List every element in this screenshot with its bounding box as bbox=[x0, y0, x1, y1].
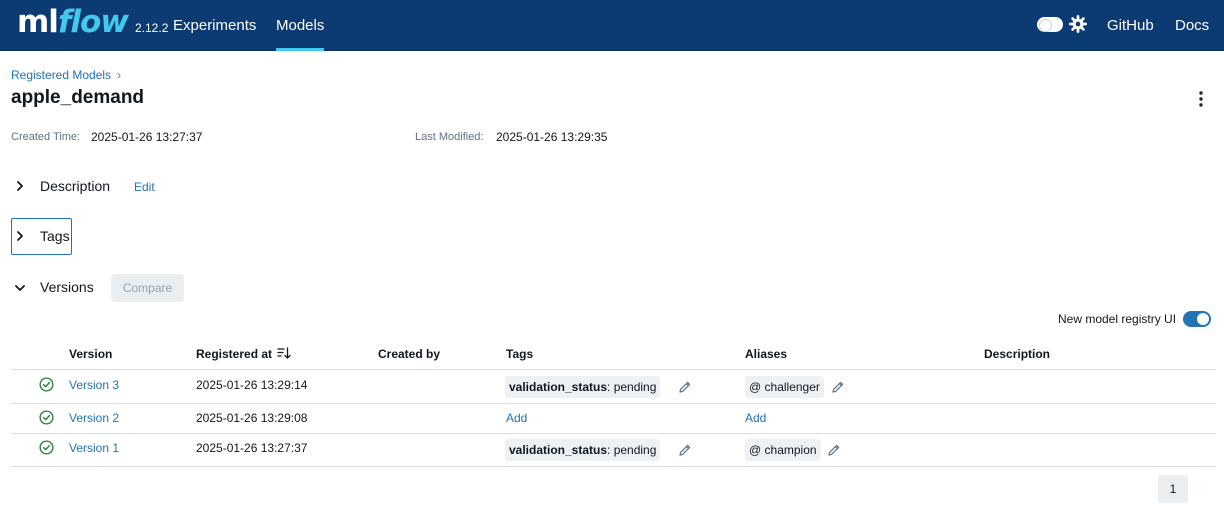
alias-chip: @ champion bbox=[745, 439, 821, 461]
nav-github[interactable]: GitHub bbox=[1107, 0, 1154, 51]
tag-value: : pending bbox=[607, 443, 657, 457]
compare-button[interactable]: Compare bbox=[111, 274, 184, 302]
versions-section-title[interactable]: Versions bbox=[40, 279, 94, 295]
registered-at-value: 2025-01-26 13:27:37 bbox=[196, 441, 308, 455]
dark-mode-toggle[interactable] bbox=[1037, 17, 1063, 32]
edit-aliases-pencil-icon[interactable] bbox=[827, 443, 841, 457]
logo-flow-text: flow bbox=[57, 4, 129, 40]
more-options-icon[interactable] bbox=[1193, 89, 1209, 109]
tag-value: : pending bbox=[607, 380, 657, 394]
edit-description-link[interactable]: Edit bbox=[134, 180, 155, 194]
tags-section-title[interactable]: Tags bbox=[40, 228, 70, 244]
column-header-registered-at[interactable]: Registered at bbox=[196, 347, 272, 361]
add-alias-link[interactable]: Add bbox=[745, 411, 766, 425]
tag-key: validation_status bbox=[509, 380, 608, 394]
chevron-down-icon[interactable] bbox=[13, 281, 27, 295]
created-time-label: Created Time: bbox=[11, 131, 81, 143]
last-modified-label: Last Modified: bbox=[415, 131, 484, 143]
column-header-description: Description bbox=[984, 347, 1051, 361]
tag-chip: validation_status: pending bbox=[505, 439, 661, 461]
version-link[interactable]: Version 3 bbox=[69, 378, 119, 392]
breadcrumb-registered-models[interactable]: Registered Models bbox=[11, 68, 111, 82]
status-ready-check-icon bbox=[39, 377, 54, 392]
add-tag-link[interactable]: Add bbox=[506, 411, 527, 425]
pagination-page-1[interactable]: 1 bbox=[1158, 475, 1188, 503]
column-header-tags: Tags bbox=[506, 347, 534, 361]
gear-icon[interactable] bbox=[1069, 15, 1087, 33]
version-link[interactable]: Version 1 bbox=[69, 441, 119, 455]
logo-ml-text: ml bbox=[17, 4, 59, 40]
chevron-right-icon[interactable] bbox=[13, 229, 27, 243]
chevron-right-icon[interactable] bbox=[13, 179, 27, 193]
edit-tags-pencil-icon[interactable] bbox=[678, 443, 692, 457]
nav-experiments[interactable]: Experiments bbox=[173, 0, 256, 51]
new-registry-ui-label: New model registry UI bbox=[1058, 312, 1177, 326]
registered-at-value: 2025-01-26 13:29:14 bbox=[196, 378, 308, 392]
version-link[interactable]: Version 2 bbox=[69, 411, 119, 425]
registered-at-value: 2025-01-26 13:29:08 bbox=[196, 411, 308, 425]
column-header-version: Version bbox=[69, 347, 113, 361]
nav-models[interactable]: Models bbox=[276, 0, 325, 51]
description-section-title[interactable]: Description bbox=[40, 178, 110, 194]
alias-chip: @ challenger bbox=[745, 376, 824, 398]
nav-docs[interactable]: Docs bbox=[1175, 0, 1209, 51]
last-modified-value: 2025-01-26 13:29:35 bbox=[496, 130, 608, 144]
tag-chip: validation_status: pending bbox=[505, 376, 661, 398]
version-number: 2.12.2 bbox=[135, 21, 169, 35]
status-ready-check-icon bbox=[39, 440, 54, 455]
new-registry-ui-switch[interactable] bbox=[1183, 311, 1211, 327]
top-navigation-bar: ml flow 2.12.2 Experiments Models GitHub … bbox=[0, 0, 1224, 51]
column-header-aliases: Aliases bbox=[745, 347, 788, 361]
breadcrumb: Registered Models › bbox=[11, 68, 121, 82]
column-header-created-by: Created by bbox=[378, 347, 441, 361]
created-time-value: 2025-01-26 13:27:37 bbox=[91, 130, 203, 144]
edit-aliases-pencil-icon[interactable] bbox=[831, 380, 845, 394]
table-row bbox=[11, 404, 1216, 434]
breadcrumb-separator: › bbox=[117, 68, 122, 82]
sort-descending-icon[interactable] bbox=[277, 346, 291, 360]
tag-key: validation_status bbox=[509, 443, 608, 457]
edit-tags-pencil-icon[interactable] bbox=[678, 380, 692, 394]
status-ready-check-icon bbox=[39, 410, 54, 425]
mlflow-logo[interactable]: ml flow 2.12.2 bbox=[17, 4, 168, 46]
page-title: apple_demand bbox=[11, 87, 145, 108]
